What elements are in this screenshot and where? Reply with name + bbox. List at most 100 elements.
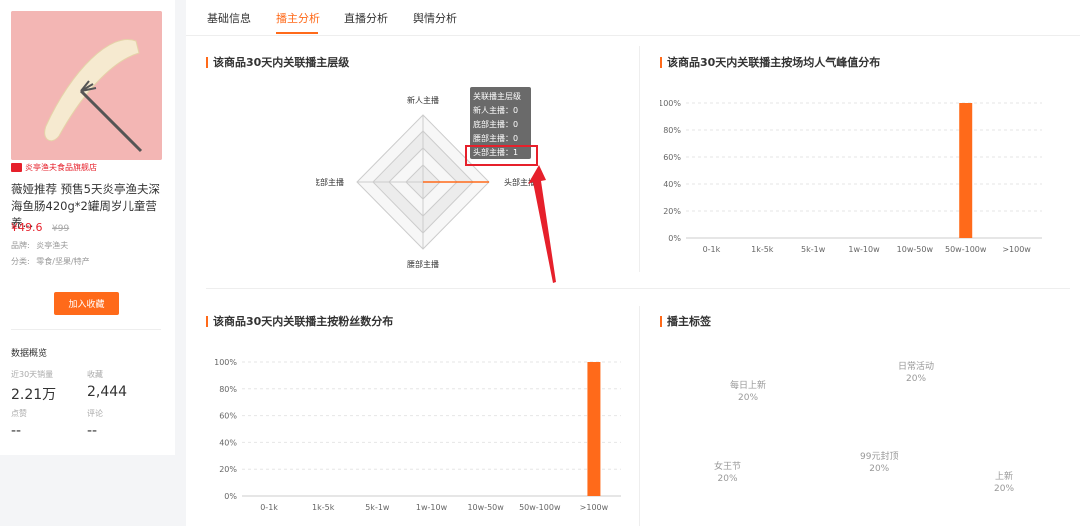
tag-value: 20% [994,484,1015,494]
brand-value: 炎亭渔夫 [36,241,69,250]
radar-section-title: 该商品30天内关联播主层级 [206,54,349,70]
overview-title: 数据概览 [11,349,48,359]
title-accent-bar [206,315,208,327]
x-tick-label: 1k-5k [751,245,774,254]
y-tick-label: 80% [219,385,237,394]
y-tick-label: 60% [663,153,681,162]
y-tick-label: 60% [219,412,237,421]
tab-bar: 基础信息 播主分析 直播分析 舆情分析 [186,0,1080,36]
y-tick-label: 40% [219,438,237,447]
title-accent-bar [660,56,662,68]
tag-value: 20% [717,474,738,484]
horizontal-separator [206,288,1070,289]
tag-item: 女王节 20% [714,461,741,485]
x-tick-label: 10w-50w [467,503,504,512]
y-tick-label: 20% [663,207,681,216]
main-panel: 该商品30天内关联播主层级 该商品30天内关联播主按场均人气峰值分布 该商品30… [186,36,1080,526]
tooltip-title: 关联播主层级 [473,92,521,101]
shop-link[interactable]: 炎亭渔夫食品旗舰店 [11,162,97,173]
fans-bar-chart: 0% 20% 40% 60% 80% 100% 0-1k 1k-5k 5k-1w 1w-10w 10… [214,358,621,512]
tab-basic-info[interactable]: 基础信息 [207,10,251,26]
product-price: ¥49.6 ¥99 [11,221,69,234]
likes-value: -- [11,423,22,439]
category-row: 分类: 零食/坚果/特产 [11,256,90,267]
tag-value: 20% [869,464,890,474]
shop-name: 炎亭渔夫食品旗舰店 [25,163,97,172]
radar-label-bottom: 腰部主播 [407,259,439,269]
x-tick-label: >100w [580,503,609,512]
tags-section-title: 播主标签 [660,313,711,329]
bar [959,103,973,238]
tag-name: 上新 [995,472,1014,482]
y-tick-label: 0% [668,234,681,243]
x-tick-label: 1k-5k [312,503,335,512]
y-tick-label: 40% [663,180,681,189]
x-tick-label: 5k-1w [365,503,390,512]
tags-title-text: 播主标签 [667,315,711,328]
collect-label: 收藏 [87,370,103,379]
radar-label-left: 底部主播 [316,177,344,187]
peak-bar-chart: 0% 20% 40% 60% 80% 100% 0-1k 1k-5k 5k-1w 1w-10w 10… [660,99,1042,254]
bar [587,362,601,496]
vertical-separator [639,46,640,272]
title-accent-bar [660,315,662,327]
tag-value: 20% [906,374,927,384]
active-tab-indicator [276,32,318,34]
tag-name: 99元封顶 [860,452,899,462]
likes-label: 点赞 [11,409,27,418]
product-image[interactable] [11,11,162,160]
x-tick-label: 0-1k [703,245,721,254]
x-tick-label: 1w-10w [416,503,448,512]
peak-title-text: 该商品30天内关联播主按场均人气峰值分布 [667,56,881,69]
radar-label-top: 新人主播 [407,95,439,105]
vertical-separator [639,306,640,526]
brand-label: 品牌: [11,241,30,250]
tooltip-line: 腰部主播：0 [473,134,519,143]
page: 炎亭渔夫食品旗舰店 薇娅推荐 预售5天炎亭渔夫深海鱼肠420g*2罐周岁儿童营养… [0,0,1080,526]
comments-label: 评论 [87,409,103,418]
original-price: ¥99 [52,224,70,234]
collect-value: 2,444 [87,384,128,400]
comments-value: -- [87,423,98,439]
tag-item: 上新 20% [994,471,1014,495]
x-tick-label: 50w-100w [519,503,561,512]
tag-name: 日常活动 [898,362,935,372]
product-card: 炎亭渔夫食品旗舰店 薇娅推荐 预售5天炎亭渔夫深海鱼肠420g*2罐周岁儿童营养… [0,0,175,455]
x-tick-label: 50w-100w [945,245,987,254]
tab-live-analysis[interactable]: 直播分析 [344,10,388,26]
tag-item: 每日上新 20% [730,380,766,404]
tag-item: 日常活动 20% [898,361,934,385]
x-tick-label: 10w-50w [897,245,934,254]
y-tick-label: 0% [224,492,237,501]
tab-streamer-analysis[interactable]: 播主分析 [276,10,320,26]
x-tick-label: >100w [1002,245,1031,254]
divider [11,329,161,330]
tag-name: 每日上新 [730,381,767,391]
annotation-arrow [528,165,556,283]
fans-section-title: 该商品30天内关联播主按粉丝数分布 [206,313,393,329]
tooltip-line: 新人主播：0 [473,106,519,115]
y-tick-label: 100% [214,358,237,367]
x-tick-label: 0-1k [260,503,278,512]
shop-logo-icon [11,163,22,172]
current-price: ¥49.6 [11,221,43,234]
y-tick-label: 80% [663,126,681,135]
fans-title-text: 该商品30天内关联播主按粉丝数分布 [213,315,394,328]
title-accent-bar [206,56,208,68]
sales-label: 近30天销量 [11,370,54,379]
y-tick-label: 100% [660,99,681,108]
sales-value: 2.21万 [11,387,57,403]
category-label: 分类: [11,257,30,266]
radar-title-text: 该商品30天内关联播主层级 [213,56,350,69]
peak-section-title: 该商品30天内关联播主按场均人气峰值分布 [660,54,880,70]
tag-name: 女王节 [714,462,742,472]
tab-sentiment-analysis[interactable]: 舆情分析 [413,10,457,26]
brand-row: 品牌: 炎亭渔夫 [11,240,68,251]
tooltip-line: 底部主播：0 [473,120,519,129]
tag-value: 20% [738,393,759,403]
add-favorite-button[interactable]: 加入收藏 [54,292,119,315]
category-value: 零食/坚果/特产 [36,257,90,266]
tag-item: 99元封顶 20% [860,451,898,475]
x-tick-label: 1w-10w [848,245,880,254]
x-tick-label: 5k-1w [801,245,826,254]
